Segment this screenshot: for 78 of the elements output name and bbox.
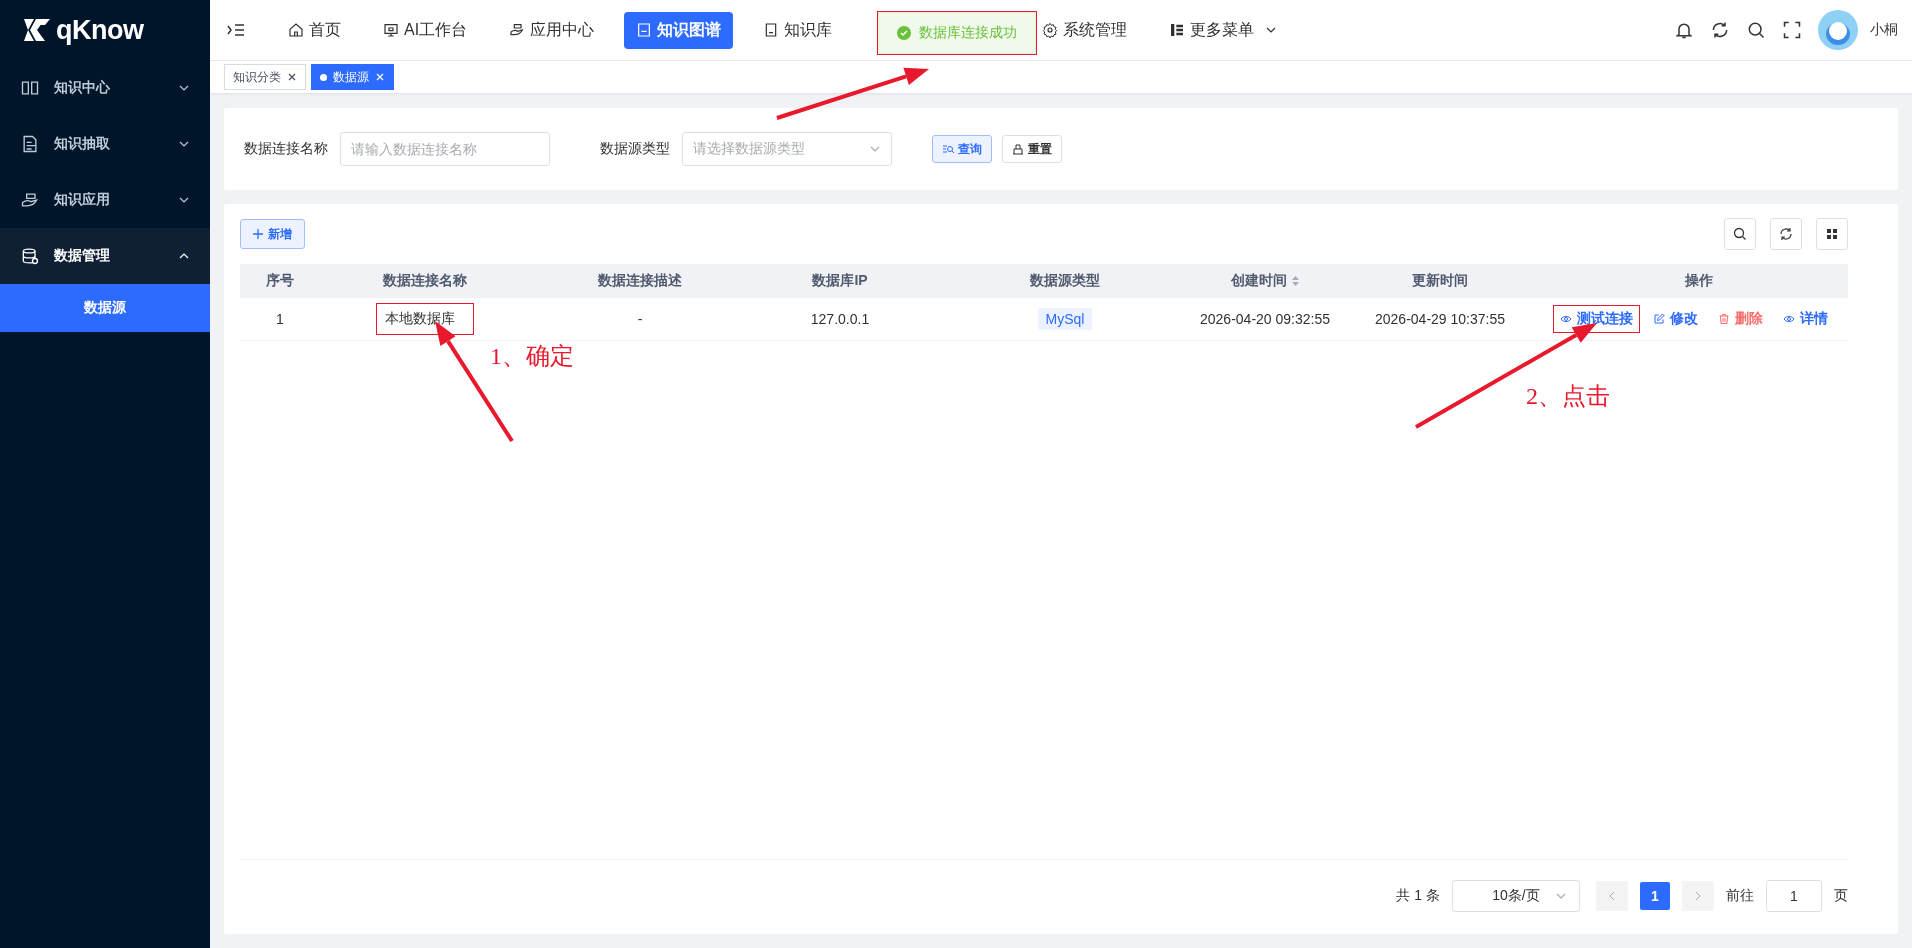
- sidebar-item[interactable]: 知识应用: [0, 172, 210, 228]
- total-count: 共 1 条: [1396, 887, 1440, 905]
- user-name[interactable]: 小桐: [1870, 21, 1898, 39]
- column-header: 数据库IP: [750, 264, 930, 298]
- column-header: 操作: [1550, 264, 1848, 298]
- eye-icon: [1783, 313, 1795, 325]
- chevron-left-icon: [1607, 891, 1617, 901]
- table-cell: 本地数据库: [377, 304, 473, 334]
- reset-icon: [1012, 143, 1024, 155]
- column-header: 更新时间: [1330, 264, 1550, 298]
- table-cell: 1: [240, 298, 320, 341]
- document-icon: [636, 22, 653, 38]
- logo-text: qKnow: [56, 14, 144, 46]
- chevron-right-icon: [1693, 891, 1703, 901]
- column-header: 数据连接名称: [320, 264, 530, 298]
- nav-tab[interactable]: 知识库: [751, 11, 845, 49]
- search-button[interactable]: [1724, 218, 1756, 250]
- search-icon: [1733, 227, 1747, 241]
- sidebar-item[interactable]: 知识抽取: [0, 116, 210, 172]
- nav-tab[interactable]: AI工作台: [371, 11, 480, 49]
- annotation-text: 2、点击: [1526, 382, 1610, 411]
- search-icon[interactable]: [1746, 20, 1766, 40]
- table-cell: 2026-04-20 09:32:55: [1200, 298, 1330, 341]
- type-tag: MySql: [1037, 308, 1093, 330]
- field-label: 数据连接名称: [244, 140, 328, 158]
- column-header: 序号: [240, 264, 320, 298]
- table-cell: -: [530, 298, 750, 341]
- fullscreen-icon[interactable]: [1782, 20, 1802, 40]
- goto-suffix: 页: [1834, 887, 1848, 905]
- field-label: 数据源类型: [600, 140, 670, 158]
- monitor-icon: [383, 22, 399, 38]
- nav-tab[interactable]: 首页: [276, 11, 353, 49]
- refresh-icon[interactable]: [1710, 20, 1730, 40]
- list-icon: [1169, 22, 1186, 38]
- goto-label: 前往: [1726, 887, 1754, 905]
- refresh-button[interactable]: [1770, 218, 1802, 250]
- table-cell: 2026-04-29 10:37:55: [1330, 298, 1550, 341]
- hand-icon: [509, 22, 526, 38]
- edit-icon: [1653, 313, 1665, 325]
- add-button[interactable]: 新增: [240, 219, 305, 249]
- page-button[interactable]: 1: [1640, 882, 1670, 910]
- sidebar-item[interactable]: 知识中心: [0, 60, 210, 116]
- column-header: 数据连接描述: [530, 264, 750, 298]
- page-size-select[interactable]: 10条/页: [1452, 880, 1580, 912]
- avatar-icon[interactable]: [1818, 10, 1858, 50]
- database-icon: [20, 246, 40, 266]
- reset-button[interactable]: 重置: [1002, 135, 1062, 163]
- nav-tab[interactable]: 更多菜单: [1157, 11, 1290, 49]
- home-icon: [288, 22, 304, 38]
- check-icon: [897, 26, 911, 40]
- success-toast: 数据库连接成功: [878, 12, 1036, 54]
- grid-icon: [1825, 227, 1839, 241]
- gear-icon: [1042, 22, 1059, 38]
- column-header: 数据源类型: [930, 264, 1200, 298]
- search-button[interactable]: 查询: [932, 135, 992, 163]
- dot-icon: [320, 73, 327, 81]
- grid-button[interactable]: [1816, 218, 1848, 250]
- annotation-text: 1、确定: [490, 342, 574, 371]
- sidebar-item[interactable]: 数据管理: [0, 228, 210, 284]
- plus-icon: [253, 229, 263, 239]
- refresh-icon: [1779, 227, 1793, 241]
- nav-tab[interactable]: 知识图谱: [624, 11, 734, 49]
- table-cell: 127.0.0.1: [750, 298, 930, 341]
- trash-icon: [1718, 313, 1730, 325]
- nav-tab[interactable]: 应用中心: [497, 11, 607, 49]
- action-link[interactable]: 修改: [1647, 306, 1704, 332]
- close-icon[interactable]: [287, 72, 297, 82]
- input-field[interactable]: 请输入数据连接名称: [340, 132, 550, 166]
- sidebar-subitem[interactable]: 数据源: [0, 284, 210, 332]
- page-input[interactable]: 1: [1766, 880, 1822, 912]
- eye-icon: [1560, 313, 1572, 325]
- column-header[interactable]: 创建时间: [1200, 264, 1330, 298]
- page-tab[interactable]: 知识分类: [224, 64, 306, 90]
- search-icon: [942, 143, 954, 155]
- action-link[interactable]: 测试连接: [1554, 306, 1639, 332]
- page-tab[interactable]: 数据源: [311, 64, 394, 90]
- logo-icon: [22, 17, 52, 43]
- action-link[interactable]: 详情: [1777, 306, 1834, 332]
